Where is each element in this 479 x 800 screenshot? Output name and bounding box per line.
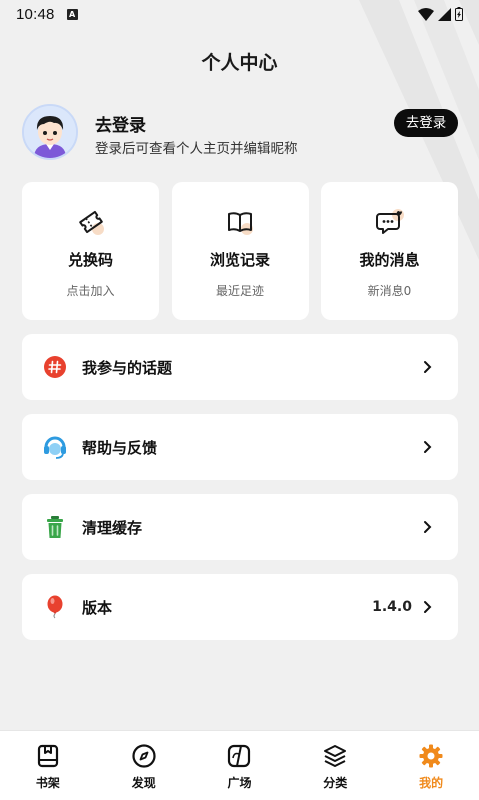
wifi-icon bbox=[418, 7, 434, 21]
menu-label: 清理缓存 bbox=[82, 518, 143, 537]
profile-section: 去登录 登录后可查看个人主页并编辑昵称 去登录 bbox=[22, 104, 458, 160]
tab-label: 我的 bbox=[419, 776, 444, 790]
status-time: 10:48 bbox=[16, 5, 55, 23]
menu-item-my-topics[interactable]: 我参与的话题 bbox=[22, 334, 458, 400]
menu-label: 版本 bbox=[82, 598, 113, 617]
layers-icon bbox=[324, 745, 347, 767]
chevron-right-icon bbox=[424, 361, 432, 373]
card-title: 兑换码 bbox=[67, 251, 113, 269]
hashtag-icon bbox=[44, 356, 66, 378]
tab-label: 广场 bbox=[227, 776, 252, 790]
ticket-icon bbox=[78, 210, 104, 235]
card-title: 浏览记录 bbox=[209, 251, 270, 269]
balloon-icon bbox=[47, 595, 63, 619]
tab-label: 书架 bbox=[35, 776, 60, 790]
version-value: 1.4.0 bbox=[372, 599, 412, 615]
card-subtitle: 新消息0 bbox=[367, 284, 412, 298]
avatar[interactable] bbox=[22, 104, 78, 160]
trash-icon bbox=[47, 516, 63, 538]
menu-label: 我参与的话题 bbox=[82, 358, 173, 377]
tab-category[interactable]: 分类 bbox=[287, 731, 383, 800]
profile-name[interactable]: 去登录 bbox=[95, 111, 146, 136]
card-subtitle: 最近足迹 bbox=[215, 284, 264, 298]
gear-icon bbox=[419, 744, 443, 768]
card-browse-history[interactable]: 浏览记录 最近足迹 bbox=[171, 182, 309, 320]
notification-icon: A bbox=[66, 8, 78, 20]
avatar-illustration bbox=[24, 106, 76, 158]
card-subtitle: 点击加入 bbox=[66, 284, 115, 298]
card-my-messages[interactable]: 我的消息 新消息0 bbox=[321, 182, 458, 320]
chevron-right-icon bbox=[424, 521, 432, 533]
card-title: 我的消息 bbox=[359, 251, 420, 269]
compass-icon bbox=[132, 744, 156, 768]
quick-cards: 兑换码 点击加入 浏览记录 最近足迹 我的消息 新消息0 bbox=[22, 182, 458, 320]
battery-icon bbox=[455, 7, 463, 21]
status-bar: 10:48 A bbox=[0, 0, 479, 28]
menu-label: 帮助与反馈 bbox=[82, 438, 158, 457]
signal-icon bbox=[438, 7, 451, 21]
tab-label: 分类 bbox=[323, 776, 348, 790]
tab-mine[interactable]: 我的 bbox=[383, 731, 479, 800]
menu-item-clear-cache[interactable]: 清理缓存 bbox=[22, 494, 458, 560]
page-title: 个人中心 bbox=[201, 52, 278, 74]
card-redeem-code[interactable]: 兑换码 点击加入 bbox=[22, 182, 159, 320]
help-icon bbox=[44, 436, 66, 459]
book-icon bbox=[228, 212, 253, 235]
tab-discover[interactable]: 发现 bbox=[96, 731, 192, 800]
menu-item-help-feedback[interactable]: 帮助与反馈 bbox=[22, 414, 458, 480]
bottom-tab-bar: 书架 发现 广场 分类 我的 bbox=[0, 730, 479, 800]
message-icon bbox=[375, 209, 404, 234]
profile-subtitle: 登录后可查看个人主页并编辑昵称 bbox=[95, 141, 298, 157]
bookshelf-icon bbox=[37, 744, 58, 768]
tab-bookshelf[interactable]: 书架 bbox=[0, 731, 96, 800]
square-icon bbox=[228, 744, 251, 768]
menu-item-version[interactable]: 版本 1.4.0 bbox=[22, 574, 458, 640]
chevron-right-icon bbox=[424, 441, 432, 453]
chevron-right-icon bbox=[424, 601, 432, 613]
tab-square[interactable]: 广场 bbox=[192, 731, 288, 800]
login-button[interactable]: 去登录 bbox=[394, 109, 458, 137]
tab-label: 发现 bbox=[131, 776, 156, 790]
